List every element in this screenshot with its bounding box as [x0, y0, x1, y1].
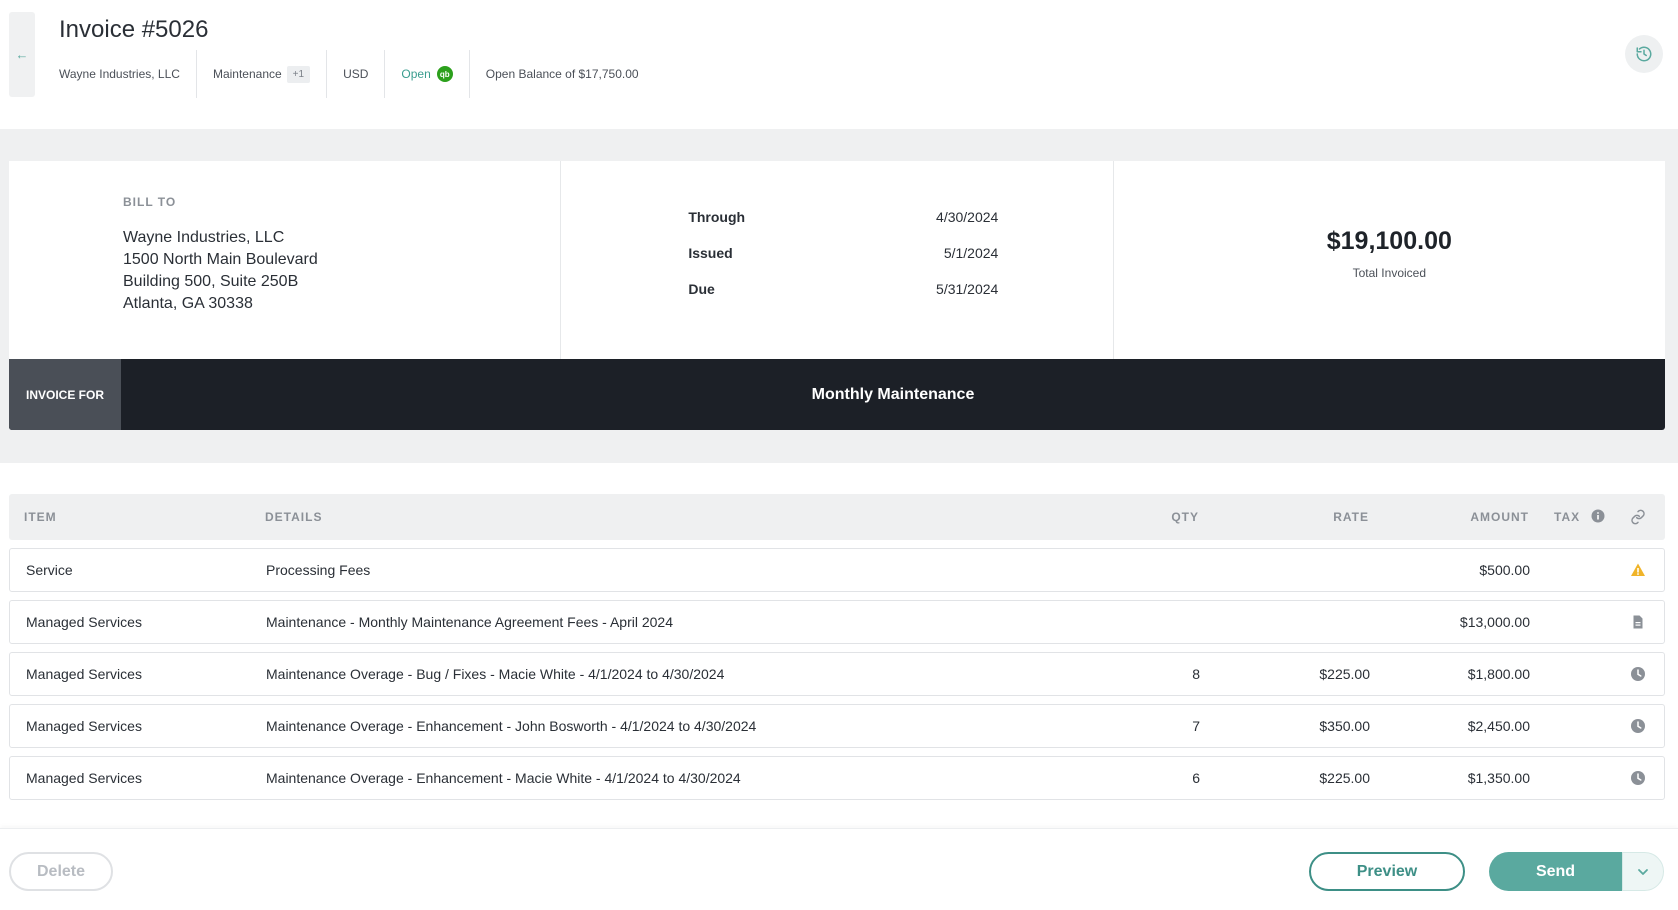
info-icon[interactable] — [1591, 509, 1605, 523]
col-rate: RATE — [1333, 510, 1369, 524]
link-icon[interactable] — [1630, 509, 1646, 525]
bill-to-line: Wayne Industries, LLC — [123, 229, 285, 246]
chevron-down-icon — [1638, 868, 1648, 875]
date-row-due: Due 5/31/2024 — [688, 281, 998, 317]
row-amount: $1,350.00 — [1467, 770, 1530, 786]
warning-icon[interactable] — [1630, 562, 1646, 578]
invoice-meta: Wayne Industries, LLC Maintenance +1 USD… — [59, 50, 655, 98]
col-item: ITEM — [24, 510, 57, 524]
issued-date: 5/1/2024 — [943, 245, 999, 261]
meta-client[interactable]: Wayne Industries, LLC — [59, 50, 196, 98]
clock-icon[interactable] — [1630, 666, 1646, 682]
delete-button[interactable]: Delete — [9, 852, 113, 891]
row-amount: $13,000.00 — [1459, 614, 1530, 630]
date-row-through: Through 4/30/2024 — [688, 209, 998, 245]
bill-to-label: BILL TO — [123, 195, 177, 209]
history-button[interactable] — [1625, 35, 1663, 73]
currency-label: USD — [343, 67, 369, 81]
table-row[interactable]: Managed Services Maintenance Overage - B… — [9, 652, 1665, 696]
row-rate: $225.00 — [1319, 770, 1370, 786]
history-icon — [1636, 46, 1652, 62]
row-item: Managed Services — [26, 770, 142, 786]
table-row[interactable]: Managed Services Maintenance Overage - E… — [9, 704, 1665, 748]
quickbooks-icon: qb — [436, 66, 453, 82]
line-items-header: ITEM DETAILS QTY RATE AMOUNT TAX — [9, 494, 1665, 540]
row-details: Maintenance Overage - Bug / Fixes - Maci… — [266, 666, 725, 682]
row-amount: $1,800.00 — [1467, 666, 1530, 682]
row-qty: 8 — [1192, 666, 1200, 682]
bill-to-section: BILL TO Wayne Industries, LLC 1500 North… — [9, 161, 560, 359]
bill-to-line: Building 500, Suite 250B — [123, 273, 299, 290]
dates-section: Through 4/30/2024 Issued 5/1/2024 Due 5/31/… — [560, 161, 1112, 359]
col-details: DETAILS — [265, 510, 323, 524]
row-item: Managed Services — [26, 614, 142, 630]
category-extra-badge[interactable]: +1 — [286, 65, 311, 83]
col-qty: QTY — [1171, 510, 1199, 524]
through-date: 4/30/2024 — [936, 209, 999, 225]
row-amount: $500.00 — [1479, 562, 1530, 578]
preview-button[interactable]: Preview — [1309, 852, 1465, 891]
issued-label: Issued — [688, 245, 733, 261]
row-qty: 7 — [1192, 718, 1200, 734]
meta-category[interactable]: Maintenance +1 — [195, 50, 326, 98]
row-rate: $225.00 — [1319, 666, 1370, 682]
invoice-summary: BILL TO Wayne Industries, LLC 1500 North… — [9, 161, 1665, 359]
invoice-header: ← Invoice #5026 Wayne Industries, LLC Ma… — [0, 0, 1678, 129]
invoice-for-bar: INVOICE FOR Monthly Maintenance — [9, 359, 1665, 430]
meta-open-balance: Open Balance of $17,750.00 — [468, 50, 655, 98]
category-name: Maintenance — [212, 67, 282, 81]
open-balance: Open Balance of $17,750.00 — [485, 67, 639, 81]
send-button[interactable]: Send — [1489, 852, 1622, 891]
col-amount: AMOUNT — [1470, 510, 1529, 524]
table-row[interactable]: Managed Services Maintenance Overage - E… — [9, 756, 1665, 800]
row-item: Managed Services — [26, 718, 142, 734]
page-title: Invoice #5026 — [59, 16, 209, 43]
meta-currency: USD — [326, 50, 384, 98]
invoice-for-value: Monthly Maintenance — [811, 385, 975, 403]
row-item: Service — [26, 562, 73, 578]
document-icon[interactable] — [1630, 614, 1646, 630]
row-details: Maintenance - Monthly Maintenance Agreem… — [266, 614, 674, 630]
row-details: Maintenance Overage - Enhancement - John… — [266, 718, 757, 734]
table-row[interactable]: Service Processing Fees $500.00 — [9, 548, 1665, 592]
invoice-for-label: INVOICE FOR — [9, 359, 121, 430]
row-item: Managed Services — [26, 666, 142, 682]
col-tax: TAX — [1554, 510, 1581, 524]
table-row[interactable]: Managed Services Maintenance - Monthly M… — [9, 600, 1665, 644]
arrow-left-icon: ← — [15, 47, 29, 62]
row-amount: $2,450.00 — [1467, 718, 1530, 734]
through-label: Through — [688, 209, 746, 225]
send-options-button[interactable] — [1622, 852, 1664, 891]
total-section: $19,100.00 Total Invoiced — [1112, 161, 1665, 359]
row-rate: $350.00 — [1319, 718, 1370, 734]
clock-icon[interactable] — [1630, 770, 1646, 786]
client-name: Wayne Industries, LLC — [59, 67, 180, 81]
meta-status: Open qb — [384, 50, 468, 98]
bill-to-address: Wayne Industries, LLC 1500 North Main Bo… — [123, 227, 318, 315]
bill-to-line: 1500 North Main Boulevard — [123, 251, 318, 268]
status-badge: Open — [401, 67, 431, 81]
clock-icon[interactable] — [1630, 718, 1646, 734]
date-row-issued: Issued 5/1/2024 — [688, 245, 998, 281]
total-invoiced-label: Total Invoiced — [1352, 266, 1427, 280]
due-label: Due — [688, 281, 715, 297]
total-invoiced-value: $19,100.00 — [1326, 227, 1452, 255]
row-qty: 6 — [1192, 770, 1200, 786]
back-button[interactable]: ← — [9, 12, 35, 97]
bill-to-line: Atlanta, GA 30338 — [123, 295, 253, 312]
row-details: Processing Fees — [266, 562, 371, 578]
due-date: 5/31/2024 — [936, 281, 999, 297]
row-details: Maintenance Overage - Enhancement - Maci… — [266, 770, 741, 786]
